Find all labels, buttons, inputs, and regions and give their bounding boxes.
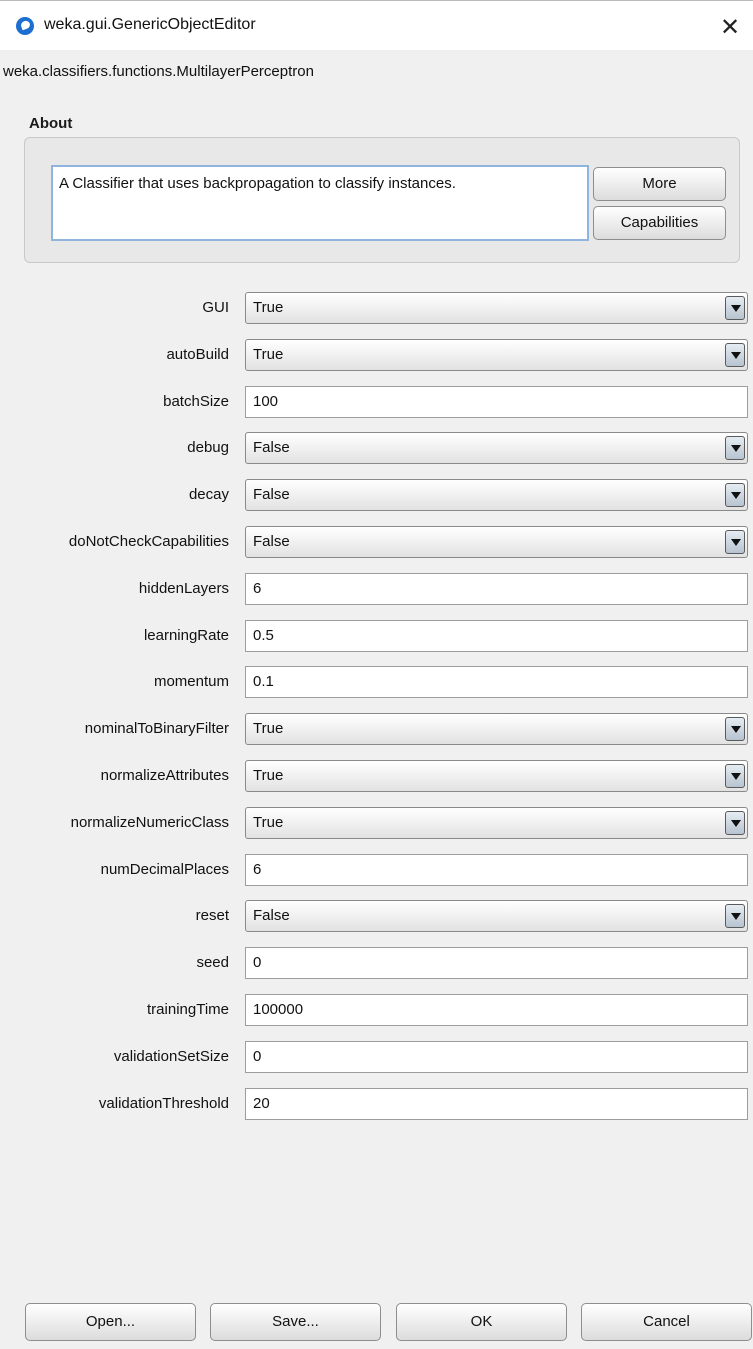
close-button[interactable]: ✕ [707, 9, 753, 45]
property-value: False [253, 907, 290, 924]
window-title: weka.gui.GenericObjectEditor [44, 16, 256, 33]
chevron-down-icon[interactable] [725, 296, 745, 320]
property-value: False [253, 439, 290, 456]
save-button[interactable]: Save... [210, 1303, 381, 1341]
property-field-hiddenLayers[interactable]: 6 [245, 573, 748, 605]
property-label-hiddenLayers: hiddenLayers [138, 580, 229, 597]
property-value: 0 [253, 954, 262, 971]
classifier-class-name: weka.classifiers.functions.MultilayerPer… [3, 63, 314, 80]
chevron-down-icon[interactable] [725, 764, 745, 788]
more-button[interactable]: More [593, 167, 726, 201]
property-label-trainingTime: trainingTime [147, 1001, 229, 1018]
chevron-down-icon[interactable] [725, 717, 745, 741]
property-field-validationThreshold[interactable]: 20 [245, 1088, 748, 1120]
chevron-down-icon[interactable] [725, 343, 745, 367]
property-label-seed: seed [196, 954, 229, 971]
property-dropdown-reset[interactable]: False [245, 900, 748, 932]
property-value: 6 [253, 861, 262, 878]
property-dropdown-nominalToBinaryFilter[interactable]: True [245, 713, 748, 745]
property-value: True [253, 299, 284, 316]
property-dropdown-debug[interactable]: False [245, 432, 748, 464]
property-label-numDecimalPlaces: numDecimalPlaces [100, 861, 229, 878]
weka-bird-icon [16, 17, 34, 35]
property-label-validationSetSize: validationSetSize [113, 1048, 229, 1065]
property-value: 0.5 [253, 627, 274, 644]
cancel-button[interactable]: Cancel [581, 1303, 752, 1341]
property-value: True [253, 814, 284, 831]
property-dropdown-doNotCheckCapabilities[interactable]: False [245, 526, 748, 558]
property-field-momentum[interactable]: 0.1 [245, 666, 748, 698]
property-label-decay: decay [188, 486, 229, 503]
property-dropdown-autoBuild[interactable]: True [245, 339, 748, 371]
chevron-down-icon[interactable] [725, 483, 745, 507]
chevron-down-icon[interactable] [725, 904, 745, 928]
property-value: 0.1 [253, 673, 274, 690]
property-dropdown-GUI[interactable]: True [245, 292, 748, 324]
property-field-seed[interactable]: 0 [245, 947, 748, 979]
property-field-validationSetSize[interactable]: 0 [245, 1041, 748, 1073]
about-panel: A Classifier that uses backpropagation t… [24, 137, 740, 263]
property-value: False [253, 486, 290, 503]
property-label-reset: reset [195, 907, 229, 924]
ok-button[interactable]: OK [396, 1303, 567, 1341]
property-value: 100 [253, 393, 279, 410]
chevron-down-icon[interactable] [725, 436, 745, 460]
chevron-down-icon[interactable] [725, 811, 745, 835]
title-bar: weka.gui.GenericObjectEditor ✕ [0, 0, 753, 50]
property-label-nominalToBinaryFilter: nominalToBinaryFilter [84, 720, 229, 737]
property-value: 0 [253, 1048, 262, 1065]
chevron-down-icon[interactable] [725, 530, 745, 554]
property-label-autoBuild: autoBuild [166, 346, 229, 363]
property-value: True [253, 767, 284, 784]
property-value: 20 [253, 1095, 270, 1112]
property-label-learningRate: learningRate [143, 627, 229, 644]
property-label-momentum: momentum [153, 673, 229, 690]
property-value: 100000 [253, 1001, 304, 1018]
property-label-normalizeAttributes: normalizeAttributes [100, 767, 229, 784]
property-label-GUI: GUI [202, 299, 229, 316]
property-value: True [253, 346, 284, 363]
property-label-doNotCheckCapabilities: doNotCheckCapabilities [68, 533, 229, 550]
property-value: 6 [253, 580, 262, 597]
about-description: A Classifier that uses backpropagation t… [51, 165, 589, 241]
capabilities-button[interactable]: Capabilities [593, 206, 726, 240]
property-dropdown-normalizeNumericClass[interactable]: True [245, 807, 748, 839]
property-field-learningRate[interactable]: 0.5 [245, 620, 748, 652]
property-field-numDecimalPlaces[interactable]: 6 [245, 854, 748, 886]
property-value: True [253, 720, 284, 737]
property-label-batchSize: batchSize [163, 393, 229, 410]
property-field-batchSize[interactable]: 100 [245, 386, 748, 418]
property-field-trainingTime[interactable]: 100000 [245, 994, 748, 1026]
property-dropdown-normalizeAttributes[interactable]: True [245, 760, 748, 792]
property-label-debug: debug [187, 439, 229, 456]
property-label-normalizeNumericClass: normalizeNumericClass [70, 814, 229, 831]
property-value: False [253, 533, 290, 550]
about-heading: About [29, 115, 73, 132]
open-button[interactable]: Open... [25, 1303, 196, 1341]
property-label-validationThreshold: validationThreshold [98, 1095, 229, 1112]
property-dropdown-decay[interactable]: False [245, 479, 748, 511]
